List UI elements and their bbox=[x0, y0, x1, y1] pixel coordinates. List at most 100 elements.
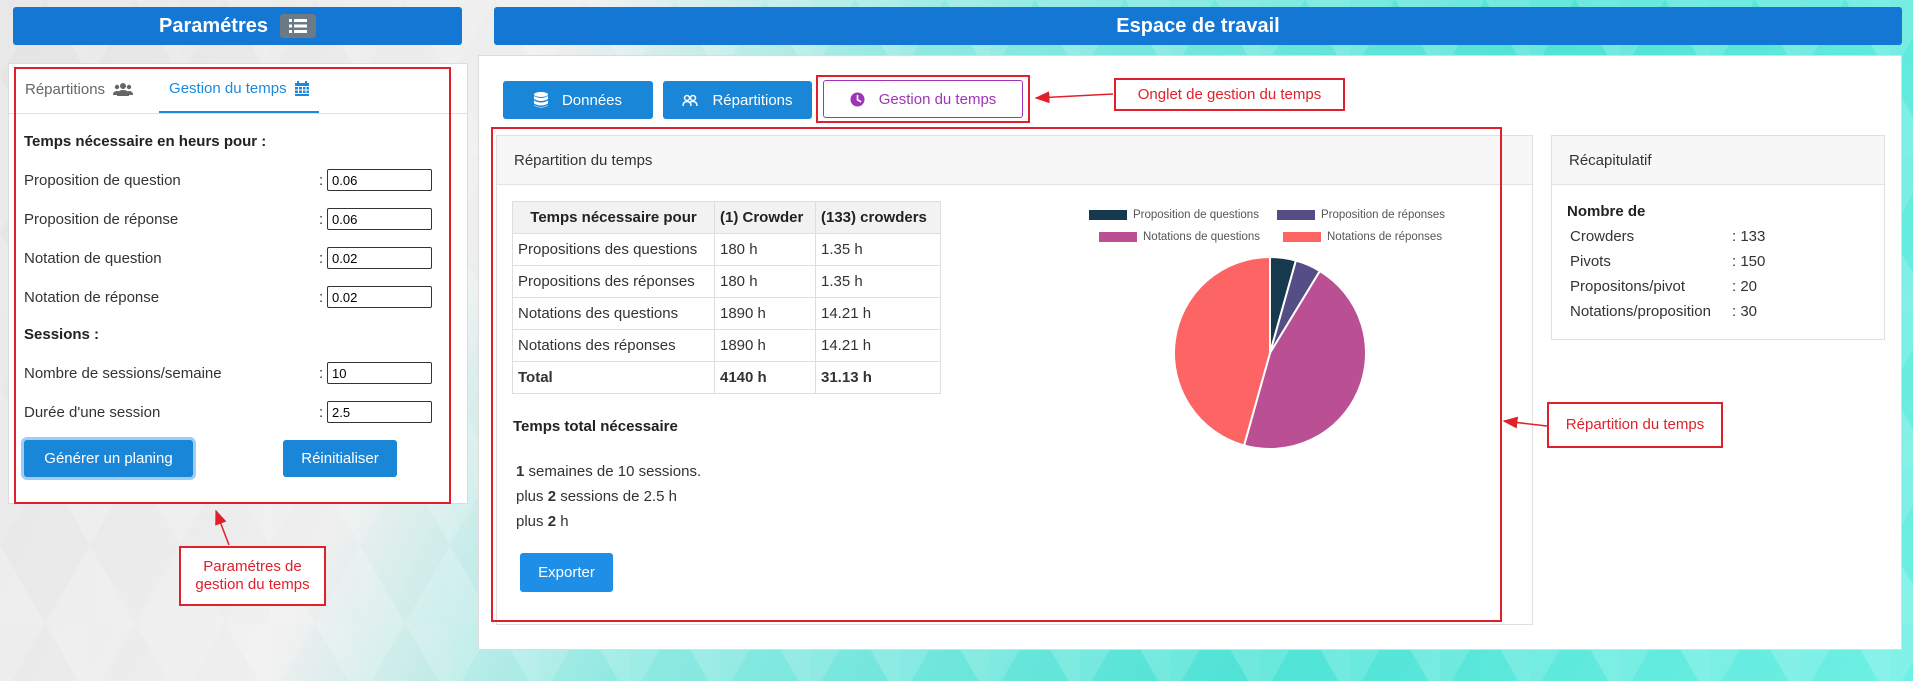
table-header: Temps nécessaire pour bbox=[512, 201, 715, 234]
field-colon: : bbox=[319, 249, 324, 267]
recap-key: Propositons/pivot bbox=[1570, 278, 1686, 295]
summary-line: plus 2 h bbox=[516, 513, 569, 530]
parametres-title: Paramétres bbox=[159, 14, 268, 37]
export-button[interactable]: Exporter bbox=[520, 553, 613, 592]
recap-key: Crowders bbox=[1570, 228, 1635, 245]
legend-swatch bbox=[1277, 210, 1315, 220]
notation-reponse-input[interactable] bbox=[327, 286, 432, 308]
repartition-card-title: Répartition du temps bbox=[514, 151, 653, 169]
summary-line: plus 2 sessions de 2.5 h bbox=[516, 488, 677, 505]
recap-card-header: Récapitulatif bbox=[1552, 136, 1884, 185]
recap-value: : 133 bbox=[1732, 228, 1766, 245]
legend-label: Proposition de questions bbox=[1133, 209, 1259, 221]
recap-row: Propositons/pivot : 20 bbox=[1570, 278, 1757, 295]
field-colon: : bbox=[319, 364, 324, 382]
pie-chart bbox=[1173, 255, 1367, 450]
recap-row: Notations/proposition : 30 bbox=[1570, 303, 1757, 320]
legend-item: Proposition de réponses bbox=[1277, 209, 1445, 221]
field-colon: : bbox=[319, 403, 324, 421]
tab-label: Gestion du temps bbox=[169, 79, 287, 97]
proposition-question-input[interactable] bbox=[327, 169, 432, 191]
calendar-icon bbox=[294, 80, 309, 96]
nombre-sessions-input[interactable] bbox=[327, 362, 432, 384]
legend-swatch bbox=[1283, 232, 1321, 242]
summary-text: sessions de 2.5 h bbox=[556, 488, 677, 505]
tab-label: Répartitions bbox=[25, 80, 106, 98]
legend-label: Notations de réponses bbox=[1327, 231, 1443, 243]
table-row: Notations des réponses 1890 h 14.21 h bbox=[512, 329, 941, 362]
table-cell: Notations des réponses bbox=[512, 329, 715, 362]
table-cell: Notations des questions bbox=[512, 297, 715, 330]
field-colon: : bbox=[319, 171, 324, 189]
table-cell: 1890 h bbox=[714, 297, 816, 330]
summary-text: semaines de 10 sessions. bbox=[524, 463, 702, 480]
legend-label: Proposition de réponses bbox=[1321, 209, 1446, 221]
table-header-row: Temps nécessaire pour (1) Crowder (133) … bbox=[512, 201, 941, 234]
legend-swatch bbox=[1099, 232, 1137, 242]
tab-repartitions[interactable]: Répartitions bbox=[663, 81, 812, 119]
clock-icon bbox=[850, 92, 865, 106]
recap-key: Notations/proposition bbox=[1570, 303, 1711, 320]
summary-number: 2 bbox=[547, 513, 557, 530]
table-header: (133) crowders bbox=[815, 201, 941, 234]
legend-item: Notations de réponses bbox=[1283, 231, 1442, 243]
generate-planning-button[interactable]: Générer un planing bbox=[24, 440, 193, 477]
annotation-parametres: Paramétres de gestion du temps bbox=[179, 546, 326, 606]
left-tabs: Répartitions Gestion du temps bbox=[9, 64, 467, 114]
recap-value: : 20 bbox=[1732, 278, 1758, 295]
tab-repartitions-left[interactable]: Répartitions bbox=[15, 65, 143, 113]
field-label: Nombre de sessions/semaine bbox=[24, 364, 222, 382]
field-colon: : bbox=[319, 210, 324, 228]
summary-prefix: plus bbox=[516, 513, 548, 530]
summary-number: 2 bbox=[547, 488, 557, 505]
repartition-card-header: Répartition du temps bbox=[497, 136, 1532, 185]
recap-title: Récapitulatif bbox=[1569, 151, 1652, 169]
annotation-onglet: Onglet de gestion du temps bbox=[1114, 78, 1345, 111]
users-icon bbox=[113, 83, 134, 96]
table-cell: 1890 h bbox=[714, 329, 816, 362]
field-label: Proposition de réponse bbox=[24, 210, 179, 228]
table-cell: Total bbox=[512, 361, 715, 394]
legend-swatch bbox=[1089, 210, 1127, 220]
tab-label: Répartitions bbox=[712, 91, 793, 109]
table-cell: 31.13 h bbox=[815, 361, 941, 394]
users-icon bbox=[682, 94, 699, 106]
table-cell: Propositions des réponses bbox=[512, 265, 715, 298]
table-cell: 180 h bbox=[714, 233, 816, 266]
workspace-title: Espace de travail bbox=[1116, 14, 1280, 37]
legend-label: Notations de questions bbox=[1143, 231, 1260, 243]
field-label: Notation de question bbox=[24, 249, 162, 267]
recap-key: Pivots bbox=[1570, 253, 1611, 270]
legend-item: Notations de questions bbox=[1099, 231, 1260, 243]
field-label: Notation de réponse bbox=[24, 288, 160, 306]
tab-gestion-temps-left[interactable]: Gestion du temps bbox=[159, 65, 319, 113]
tab-donnees[interactable]: Données bbox=[503, 81, 653, 119]
legend-item: Proposition de questions bbox=[1089, 209, 1259, 221]
tab-label: Données bbox=[561, 91, 623, 109]
table-cell: 1.35 h bbox=[815, 265, 941, 298]
annotation-text: Paramétres de bbox=[203, 558, 302, 575]
table-header: (1) Crowder bbox=[714, 201, 816, 234]
annotation-text: Onglet de gestion du temps bbox=[1137, 85, 1322, 103]
reset-button[interactable]: Réinitialiser bbox=[283, 440, 397, 477]
proposition-reponse-input[interactable] bbox=[327, 208, 432, 230]
table-cell: 1.35 h bbox=[815, 233, 941, 266]
annotation-text: gestion du temps bbox=[195, 576, 310, 593]
total-time-title: Temps total nécessaire bbox=[513, 418, 678, 435]
summary-prefix: plus bbox=[516, 488, 548, 505]
summary-line: 1 semaines de 10 sessions. bbox=[516, 463, 701, 480]
tab-label: Gestion du temps bbox=[878, 90, 997, 108]
recap-row: Crowders : 133 bbox=[1570, 228, 1765, 245]
table-cell: 180 h bbox=[714, 265, 816, 298]
list-icon[interactable] bbox=[279, 14, 316, 38]
tab-gestion-temps[interactable]: Gestion du temps bbox=[823, 80, 1023, 118]
recap-value: : 30 bbox=[1732, 303, 1758, 320]
table-row: Propositions des questions 180 h 1.35 h bbox=[512, 233, 941, 266]
notation-question-input[interactable] bbox=[327, 247, 432, 269]
field-colon: : bbox=[319, 288, 324, 306]
field-label: Durée d'une session bbox=[24, 403, 161, 421]
duree-session-input[interactable] bbox=[327, 401, 432, 423]
section-sessions-title: Sessions : bbox=[24, 326, 100, 343]
summary-text: h bbox=[556, 513, 569, 530]
section-temps-title: Temps nécessaire en heurs pour : bbox=[24, 133, 267, 150]
